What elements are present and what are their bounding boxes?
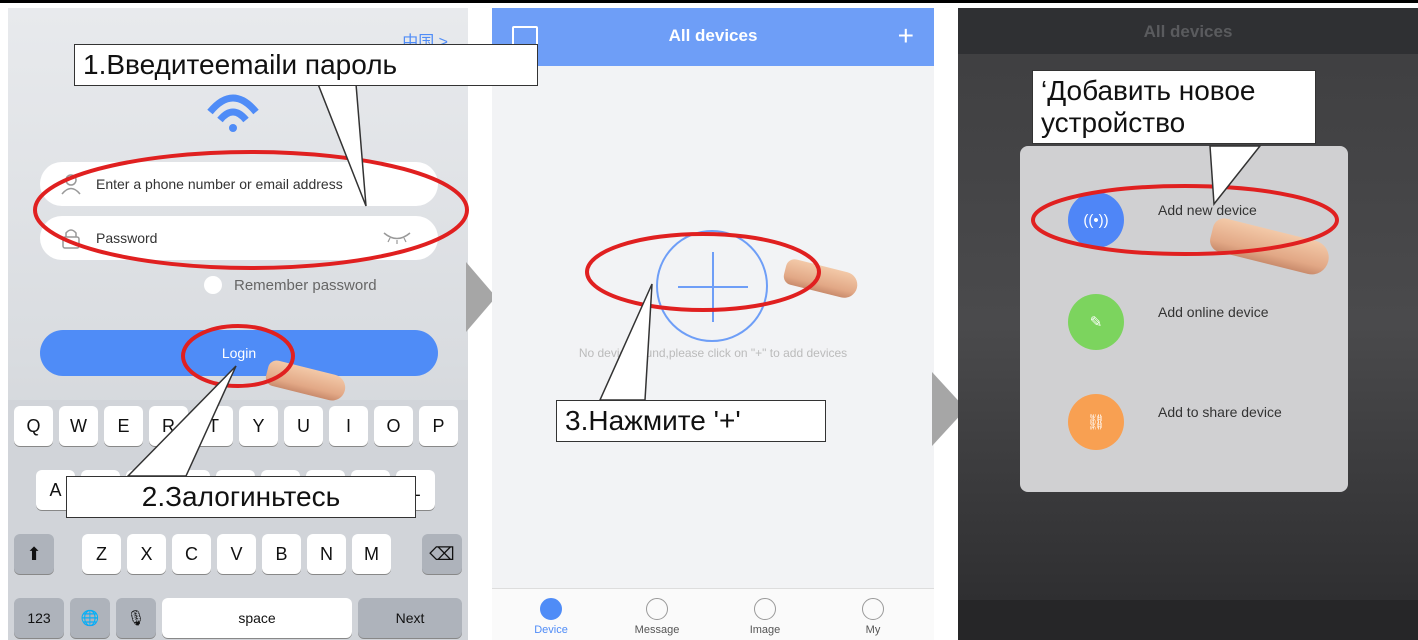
page-title: All devices [1143, 22, 1233, 41]
password-field[interactable]: Password [40, 216, 438, 260]
user-icon [61, 174, 81, 195]
tab-device[interactable]: Device [516, 598, 586, 636]
device-tab-icon [540, 598, 562, 620]
link-icon: ⛓ [1068, 394, 1124, 450]
password-placeholder: Password [96, 230, 158, 246]
edit-icon: ✎ [1068, 294, 1124, 350]
login-screen: 中国 > Enter a phone number or email addre… [8, 8, 468, 640]
page-title: All devices [668, 26, 758, 45]
profile-tab-icon [862, 598, 884, 620]
remember-password-option[interactable]: Remember password [204, 276, 377, 294]
key-m[interactable]: M [352, 534, 391, 574]
key-x[interactable]: X [127, 534, 166, 574]
remember-label: Remember password [234, 276, 377, 294]
key-b[interactable]: B [262, 534, 301, 574]
image-tab-icon [754, 598, 776, 620]
option-label: Add new device [1158, 202, 1257, 218]
numbers-key[interactable]: 123 [14, 598, 64, 638]
hidden-eye-icon[interactable] [382, 230, 412, 244]
wireless-icon: ((•)) [1068, 192, 1124, 248]
add-share-device-option[interactable]: ⛓ Add to share device [1068, 394, 1288, 450]
large-add-device-button[interactable] [656, 230, 768, 342]
bottom-tab-bar: Device Message Image My [492, 588, 934, 640]
shift-key[interactable]: ⬆ [14, 534, 54, 574]
space-key[interactable]: space [162, 598, 352, 638]
pointing-finger-image [781, 257, 861, 301]
key-o[interactable]: O [374, 406, 413, 446]
key-y[interactable]: Y [239, 406, 278, 446]
key-i[interactable]: I [329, 406, 368, 446]
key-u[interactable]: U [284, 406, 323, 446]
message-tab-icon [646, 598, 668, 620]
key-v[interactable]: V [217, 534, 256, 574]
key-r[interactable]: R [149, 406, 188, 446]
step2-callout: 2.Залогиньтесь [66, 476, 416, 518]
step3-callout: 3.Нажмите '+' [556, 400, 826, 442]
key-c[interactable]: C [172, 534, 211, 574]
empty-state-message: No device found,please click on "+" to a… [578, 346, 848, 360]
remember-checkbox[interactable] [204, 276, 222, 294]
add-online-device-option[interactable]: ✎ Add online device [1068, 294, 1288, 350]
all-devices-screen: All devices + No device found,please cli… [492, 8, 934, 640]
key-e[interactable]: E [104, 406, 143, 446]
add-device-plus-button[interactable]: + [898, 22, 914, 50]
email-field[interactable]: Enter a phone number or email address [40, 162, 438, 206]
app-logo-icon [207, 94, 259, 132]
tab-my[interactable]: My [838, 598, 908, 636]
login-button[interactable]: Login [40, 330, 438, 376]
next-key[interactable]: Next [358, 598, 462, 638]
key-p[interactable]: P [419, 406, 458, 446]
email-placeholder: Enter a phone number or email address [96, 176, 343, 192]
bottom-tab-bar [958, 600, 1418, 640]
backspace-key[interactable]: ⌫ [422, 534, 462, 574]
add-device-popup: ((•)) Add new device ✎ Add online device… [1020, 146, 1348, 492]
option-label: Add online device [1158, 304, 1269, 320]
lock-icon [62, 229, 80, 249]
option-label: Add to share device [1158, 404, 1282, 420]
tab-message[interactable]: Message [622, 598, 692, 636]
key-w[interactable]: W [59, 406, 98, 446]
globe-key[interactable]: 🌐 [70, 598, 110, 638]
key-n[interactable]: N [307, 534, 346, 574]
tab-image[interactable]: Image [730, 598, 800, 636]
key-z[interactable]: Z [82, 534, 121, 574]
on-screen-keyboard: QWERTYUIOPASDFGHJKLZXCVBNM ⬆ ⌫ 123 🌐 🎙 s… [8, 400, 468, 640]
microphone-key[interactable]: 🎙 [116, 598, 156, 638]
step1-callout: 1.Введитееmailи пароль [74, 44, 538, 86]
step4-callout: ‘Добавить новое устройство [1032, 70, 1316, 144]
key-t[interactable]: T [194, 406, 233, 446]
key-q[interactable]: Q [14, 406, 53, 446]
